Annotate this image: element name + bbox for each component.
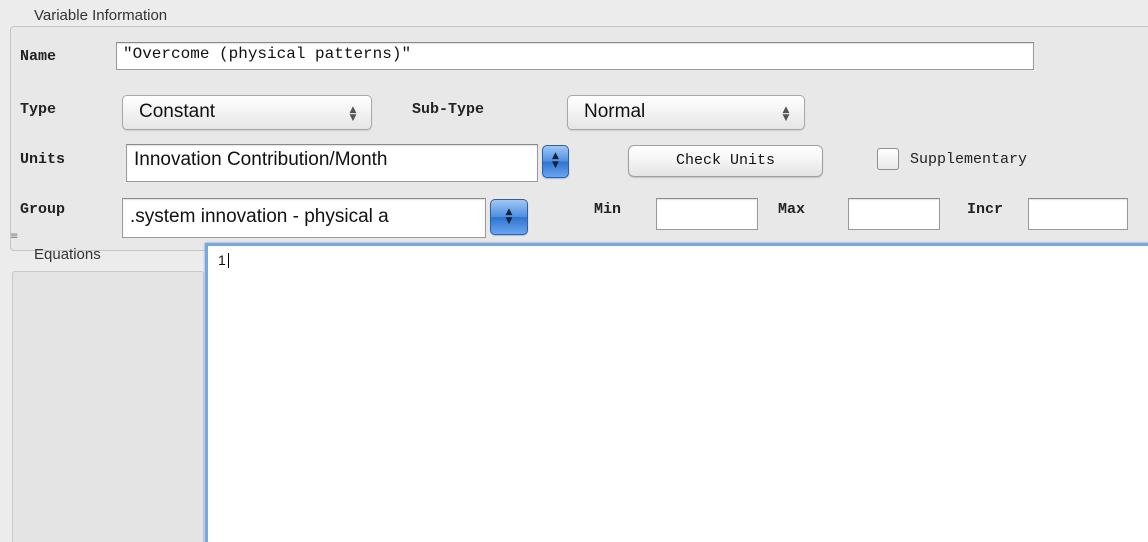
name-value: "Overcome (physical patterns)" (123, 45, 412, 63)
name-field[interactable]: "Overcome (physical patterns)" (116, 42, 1034, 70)
supplementary-checkbox[interactable] (877, 148, 899, 170)
max-field[interactable] (848, 198, 940, 230)
splitter-grip-icon[interactable]: ≡ (10, 232, 18, 242)
incr-value (1029, 199, 1127, 203)
sub-type-popup[interactable]: Normal ▲ ▼ (567, 95, 805, 130)
blue-stepper-icon: ▲ ▼ (505, 207, 513, 226)
equations-editor[interactable]: 1 (205, 243, 1148, 542)
up-down-arrows-icon: ▲ ▼ (782, 105, 790, 123)
check-units-button[interactable]: Check Units (628, 145, 823, 177)
type-label: Type (20, 101, 57, 118)
group-stepper-button[interactable]: ▲ ▼ (490, 199, 528, 235)
incr-field[interactable] (1028, 198, 1128, 230)
equation-text: 1 (218, 252, 226, 268)
equations-title: Equations (34, 246, 101, 263)
group-field[interactable]: .system innovation - physical a (122, 198, 486, 238)
max-value (849, 199, 939, 203)
units-label: Units (20, 151, 66, 168)
equations-side-pane (12, 271, 204, 542)
sub-type-label: Sub-Type (412, 101, 485, 118)
up-down-arrows-icon: ▲ ▼ (349, 105, 357, 123)
units-field[interactable]: Innovation Contribution/Month (126, 144, 538, 182)
text-caret (228, 253, 229, 268)
max-label: Max (778, 201, 806, 218)
incr-label: Incr (967, 201, 1004, 218)
supplementary-label: Supplementary (910, 151, 1028, 168)
type-popup[interactable]: Constant ▲ ▼ (122, 95, 372, 130)
group-label: Group (20, 201, 66, 218)
min-value (657, 199, 757, 203)
units-stepper-button[interactable]: ▲ ▼ (542, 145, 569, 178)
type-selected-value: Constant (139, 101, 216, 122)
name-label: Name (20, 48, 57, 65)
units-value: Innovation Contribution/Month (134, 149, 388, 170)
group-value: .system innovation - physical a (130, 206, 389, 227)
min-label: Min (594, 201, 622, 218)
min-field[interactable] (656, 198, 758, 230)
variable-information-title: Variable Information (34, 7, 168, 24)
blue-stepper-icon: ▲ ▼ (552, 151, 559, 170)
sub-type-selected-value: Normal (584, 101, 646, 122)
